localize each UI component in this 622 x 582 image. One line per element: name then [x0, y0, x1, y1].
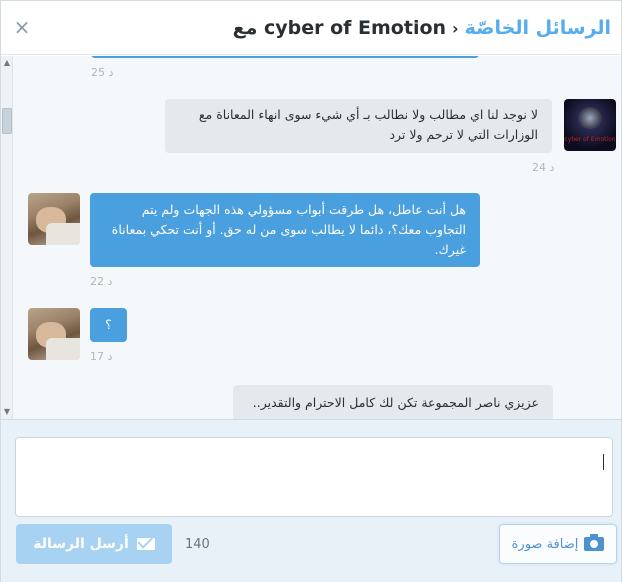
- message-timestamp: 22 د: [90, 275, 113, 288]
- scroll-up-icon[interactable]: ▲: [2, 58, 12, 68]
- avatar-shirt: [46, 338, 80, 360]
- avatar-logo-glow: [578, 107, 602, 129]
- message-bubble-sent: هل أنت عاطل، هل طرقت أبواب مسؤولي هذه ال…: [90, 193, 480, 267]
- send-button-label: أرسل الرسالة: [33, 536, 129, 552]
- message-timestamp: 24 د: [532, 161, 555, 174]
- scroll-down-icon[interactable]: ▼: [2, 407, 12, 417]
- envelope-icon: [136, 538, 155, 550]
- dm-dialog: × الرسائل الخاصّة › مع cyber of Emotion …: [0, 0, 622, 582]
- message-bubble-sent: [91, 56, 479, 58]
- page-title: الرسائل الخاصّة › مع cyber of Emotion: [233, 13, 611, 43]
- message-input[interactable]: [15, 437, 613, 517]
- scrollbar-thumb[interactable]: [2, 108, 12, 134]
- compose-area: أرسل الرسالة 140 إضافة صورة: [1, 419, 621, 582]
- user-photo-avatar[interactable]: [28, 193, 80, 245]
- user-photo-avatar[interactable]: [28, 308, 80, 360]
- add-photo-button[interactable]: إضافة صورة: [499, 524, 617, 564]
- conversation-partner-title: مع cyber of Emotion: [232, 17, 447, 39]
- message-bubble-received: لا نوجد لنا اي مطالب ولا نطالب بـ أي شيء…: [165, 99, 552, 153]
- message-bubble-received: عزيزي ناصر المجموعة تكن لك كامل الاحترام…: [233, 385, 553, 419]
- message-timestamp: 17 د: [90, 350, 113, 363]
- conversation-thread[interactable]: ▲ ▼ 25 د cyber of Emotion لا نوجد لنا اي…: [1, 56, 621, 419]
- message-bubble-sent: ؟: [90, 308, 127, 342]
- text-cursor: [603, 454, 604, 470]
- scrollbar[interactable]: ▲ ▼: [1, 56, 13, 419]
- avatar-shirt: [46, 223, 80, 245]
- character-counter: 140: [185, 537, 210, 552]
- camera-icon: [584, 534, 605, 551]
- chevron-icon: ›: [452, 18, 459, 38]
- add-photo-label: إضافة صورة: [511, 536, 579, 552]
- send-message-button[interactable]: أرسل الرسالة: [16, 524, 172, 564]
- close-icon[interactable]: ×: [11, 15, 33, 39]
- message-timestamp: 25 د: [91, 66, 114, 79]
- cyber-of-emotion-avatar[interactable]: cyber of Emotion: [564, 99, 616, 151]
- dialog-header: × الرسائل الخاصّة › مع cyber of Emotion: [1, 1, 621, 55]
- avatar-logo-text: cyber of Emotion: [564, 136, 616, 143]
- breadcrumb-messages-link[interactable]: الرسائل الخاصّة: [465, 17, 611, 39]
